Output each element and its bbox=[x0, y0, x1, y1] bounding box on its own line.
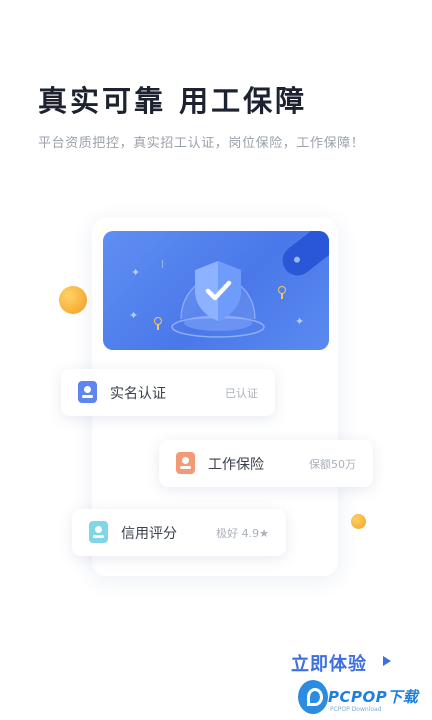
shield-check-icon bbox=[171, 261, 265, 338]
credit-status: 极好 4.9★ bbox=[216, 527, 269, 540]
credit-badge-icon bbox=[89, 521, 108, 543]
subheadline: 平台资质把控，真实招工认证，岗位保险，工作保障！ bbox=[38, 136, 365, 151]
pcpop-logo-icon bbox=[298, 680, 328, 714]
play-arrow-icon[interactable] bbox=[383, 656, 391, 666]
verify-card[interactable]: 实名认证 已认证 bbox=[61, 369, 275, 416]
insurance-icon bbox=[176, 452, 195, 474]
try-now-button[interactable]: 立即体验 bbox=[291, 650, 367, 676]
sparkle-icon: ✦ bbox=[131, 266, 141, 279]
sparkle-icon: ✦ bbox=[129, 309, 139, 322]
decor-orange-ball-large bbox=[59, 286, 87, 314]
decor-pill bbox=[276, 231, 329, 282]
credit-label: 信用评分 bbox=[121, 526, 177, 542]
decor-orange-ball-right bbox=[351, 514, 366, 529]
verify-status: 已认证 bbox=[225, 387, 258, 400]
id-card-icon bbox=[78, 381, 97, 403]
insurance-label: 工作保险 bbox=[208, 457, 264, 473]
sparkle-icon: ✦ bbox=[295, 315, 305, 328]
verify-label: 实名认证 bbox=[110, 386, 166, 402]
pin-icon bbox=[154, 317, 162, 330]
security-banner: ✦ ✦ ✦ | bbox=[103, 231, 329, 350]
credit-card[interactable]: 信用评分 极好 4.9★ bbox=[72, 509, 286, 556]
watermark-subtext: PCPOP Download bbox=[330, 706, 382, 713]
pin-icon bbox=[278, 286, 286, 299]
watermark-text: PCPOP下载 bbox=[328, 688, 419, 706]
insurance-status: 保额50万 bbox=[309, 458, 356, 471]
insurance-card[interactable]: 工作保险 保额50万 bbox=[159, 440, 373, 487]
headline: 真实可靠 用工保障 bbox=[38, 84, 308, 118]
